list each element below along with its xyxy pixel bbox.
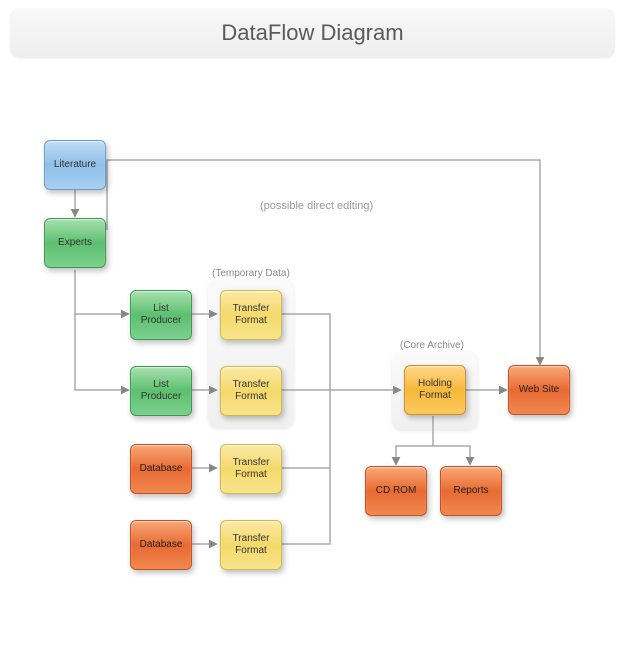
node-web-site: Web Site — [508, 365, 570, 415]
group-temporary-data-label: (Temporary Data) — [212, 268, 290, 279]
node-reports-label: Reports — [453, 485, 488, 497]
node-transfer-format-3: Transfer Format — [220, 444, 282, 494]
node-list-producer-1-label: List Producer — [133, 303, 189, 327]
node-literature: Literature — [44, 140, 106, 190]
node-cd-rom-label: CD ROM — [376, 485, 417, 497]
node-database-2-label: Database — [140, 539, 183, 551]
node-cd-rom: CD ROM — [365, 466, 427, 516]
group-core-archive-label: (Core Archive) — [400, 340, 464, 351]
node-list-producer-2: List Producer — [130, 366, 192, 416]
node-database-1-label: Database — [140, 463, 183, 475]
connectors — [0, 0, 625, 652]
node-transfer-format-4-label: Transfer Format — [223, 533, 279, 557]
node-transfer-format-2-label: Transfer Format — [223, 379, 279, 403]
node-web-site-label: Web Site — [519, 384, 559, 396]
node-holding-format: Holding Format — [404, 365, 466, 415]
node-transfer-format-1-label: Transfer Format — [223, 303, 279, 327]
node-database-2: Database — [130, 520, 192, 570]
node-list-producer-1: List Producer — [130, 290, 192, 340]
node-list-producer-2-label: List Producer — [133, 379, 189, 403]
node-database-1: Database — [130, 444, 192, 494]
annotation-possible-direct-editing: (possible direct editing) — [260, 200, 373, 212]
diagram-title: DataFlow Diagram — [221, 20, 403, 46]
node-transfer-format-3-label: Transfer Format — [223, 457, 279, 481]
node-experts-label: Experts — [58, 237, 92, 249]
diagram-title-bar: DataFlow Diagram — [10, 8, 615, 58]
node-transfer-format-2: Transfer Format — [220, 366, 282, 416]
node-transfer-format-4: Transfer Format — [220, 520, 282, 570]
node-holding-format-label: Holding Format — [407, 378, 463, 402]
node-literature-label: Literature — [54, 159, 96, 171]
node-reports: Reports — [440, 466, 502, 516]
node-experts: Experts — [44, 218, 106, 268]
node-transfer-format-1: Transfer Format — [220, 290, 282, 340]
